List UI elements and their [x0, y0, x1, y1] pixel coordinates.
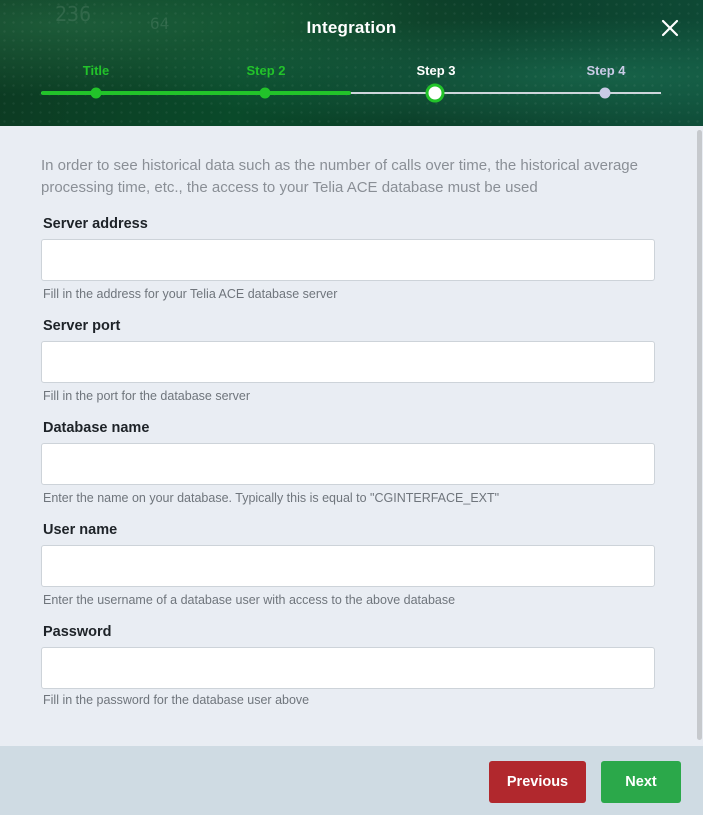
step-label-step-4: Step 4: [586, 63, 626, 78]
scrollbar[interactable]: [697, 130, 702, 740]
step-dot-title: [90, 87, 102, 99]
dialog-header: 236 64 Integration Title Step 2 Step 3 S…: [0, 0, 703, 126]
server-address-input[interactable]: [41, 239, 655, 281]
next-button[interactable]: Next: [601, 761, 681, 803]
step-dot-step-4: [599, 87, 611, 99]
user-name-input[interactable]: [41, 545, 655, 587]
dialog-footer: Previous Next: [0, 746, 703, 815]
database-name-label: Database name: [43, 420, 150, 436]
step-track-progress: [41, 91, 351, 95]
step-label-title: Title: [82, 63, 110, 78]
step-dot-step-2: [259, 87, 271, 99]
server-port-label: Server port: [43, 318, 121, 334]
step-label-step-3: Step 3: [416, 63, 456, 78]
database-name-help: Enter the name on your database. Typical…: [43, 491, 500, 505]
password-help: Fill in the password for the database us…: [43, 693, 310, 707]
step-dot-step-3: [425, 83, 445, 103]
form-intro-text: In order to see historical data such as …: [41, 157, 638, 196]
step-progress: Title Step 2 Step 3 Step 4: [0, 0, 703, 126]
server-address-label: Server address: [43, 216, 148, 232]
form-content: In order to see historical data such as …: [0, 126, 703, 746]
server-port-input[interactable]: [41, 341, 655, 383]
password-label: Password: [43, 624, 112, 640]
step-label-step-2: Step 2: [246, 63, 286, 78]
password-input[interactable]: [41, 647, 655, 689]
server-address-help: Fill in the address for your Telia ACE d…: [43, 287, 338, 301]
user-name-label: User name: [43, 522, 118, 538]
user-name-help: Enter the username of a database user wi…: [43, 593, 456, 607]
database-name-input[interactable]: [41, 443, 655, 485]
previous-button[interactable]: Previous: [489, 761, 586, 803]
server-port-help: Fill in the port for the database server: [43, 389, 251, 403]
